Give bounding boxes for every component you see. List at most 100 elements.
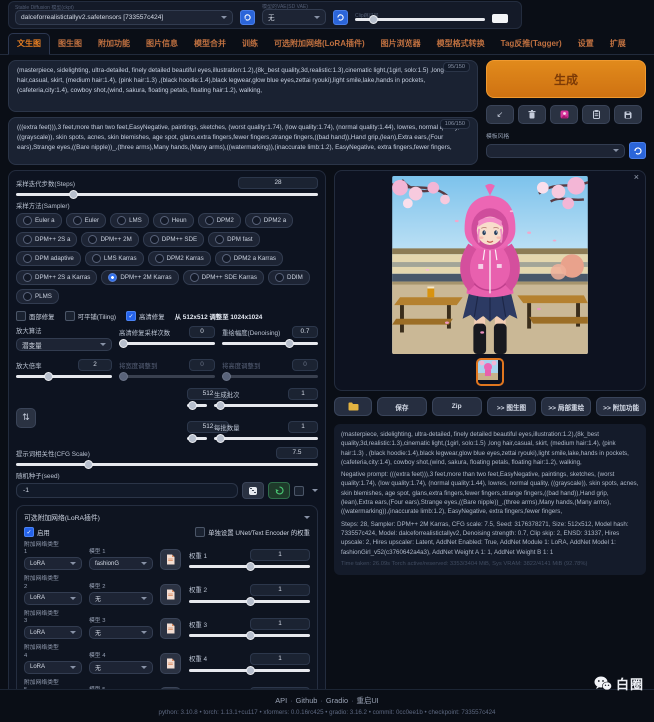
clip-skip-value[interactable] bbox=[492, 14, 508, 23]
lora-weight-slider[interactable] bbox=[189, 669, 310, 672]
slider-handle[interactable] bbox=[188, 401, 197, 410]
lora-weight-value[interactable]: 1 bbox=[250, 653, 310, 665]
save-image-button[interactable]: 保存 bbox=[377, 397, 427, 416]
cfg-value[interactable]: 7.5 bbox=[276, 447, 318, 459]
lora-type-dropdown[interactable]: LoRA bbox=[24, 557, 82, 570]
clip-skip-slider[interactable] bbox=[355, 18, 485, 21]
tab-settings[interactable]: 设置 bbox=[570, 34, 602, 54]
lora-enable-checkbox[interactable]: ✓启用 bbox=[24, 527, 50, 537]
lora-type-dropdown[interactable]: LoRA bbox=[24, 661, 82, 674]
tab-png-info[interactable]: 图片信息 bbox=[138, 34, 186, 54]
lora-model-dropdown[interactable]: 无 bbox=[89, 661, 153, 674]
gallery-thumbnail[interactable] bbox=[476, 358, 504, 386]
batch-count-value[interactable]: 1 bbox=[288, 388, 318, 400]
tab-train[interactable]: 训练 bbox=[234, 34, 266, 54]
reuse-seed-button[interactable] bbox=[268, 482, 290, 499]
tiling-checkbox[interactable]: 可平铺(Tiling) bbox=[65, 311, 116, 321]
sampler-option[interactable]: DPM++ SDE bbox=[143, 232, 204, 247]
checkpoint-dropdown[interactable]: dalceforrealistictallyv2.safetensors [73… bbox=[15, 10, 233, 25]
lora-model-dropdown[interactable]: 无 bbox=[89, 626, 153, 639]
sampler-option[interactable]: LMS bbox=[110, 213, 149, 228]
lora-model-file-button[interactable] bbox=[160, 549, 181, 570]
hires-steps-slider[interactable] bbox=[119, 342, 215, 345]
sampler-option[interactable]: PLMS bbox=[16, 289, 59, 304]
sampler-option-selected[interactable]: DPM++ 2M Karras bbox=[101, 270, 178, 285]
slider-handle[interactable] bbox=[246, 597, 255, 606]
swap-dimensions-button[interactable]: ⇅ bbox=[16, 408, 36, 428]
slider-handle[interactable] bbox=[285, 339, 294, 348]
lora-weight-slider[interactable] bbox=[189, 565, 310, 568]
apply-style-button[interactable] bbox=[582, 105, 610, 124]
tab-extensions[interactable]: 扩展 bbox=[602, 34, 634, 54]
steps-slider[interactable] bbox=[16, 193, 318, 196]
lora-model-file-button[interactable] bbox=[160, 584, 181, 605]
sampler-option[interactable]: DPM++ 2S a Karras bbox=[16, 270, 97, 285]
seed-input[interactable]: -1 bbox=[16, 483, 238, 498]
sampler-option[interactable]: Euler bbox=[66, 213, 106, 228]
denoising-slider[interactable] bbox=[222, 342, 318, 345]
sampler-option[interactable]: LMS Karras bbox=[85, 251, 144, 266]
slider-handle[interactable] bbox=[188, 434, 197, 443]
lora-model-dropdown[interactable]: fashionG bbox=[89, 557, 153, 570]
slider-handle[interactable] bbox=[246, 666, 255, 675]
paste-prompt-button[interactable]: ↙ bbox=[486, 105, 514, 124]
sampler-option[interactable]: DPM2 a bbox=[245, 213, 293, 228]
batch-size-value[interactable]: 1 bbox=[288, 421, 318, 433]
zip-button[interactable]: Zip bbox=[432, 397, 482, 416]
slider-handle[interactable] bbox=[216, 401, 225, 410]
lora-model-dropdown[interactable]: 无 bbox=[89, 592, 153, 605]
slider-handle[interactable] bbox=[69, 190, 78, 199]
batch-count-slider[interactable] bbox=[214, 404, 318, 407]
tab-checkpoint-merger[interactable]: 模型合并 bbox=[186, 34, 234, 54]
sampler-option[interactable]: DPM++ 2M bbox=[81, 232, 138, 247]
extra-networks-button[interactable] bbox=[550, 105, 578, 124]
refresh-checkpoint-button[interactable] bbox=[240, 10, 255, 25]
close-icon[interactable]: × bbox=[634, 172, 639, 182]
seed-extra-caret-icon[interactable] bbox=[312, 489, 318, 492]
sampler-option[interactable]: DPM++ SDE Karras bbox=[183, 270, 264, 285]
slider-handle[interactable] bbox=[44, 372, 53, 381]
batch-size-slider[interactable] bbox=[214, 437, 318, 440]
send-to-extras-button[interactable]: >> 附加功能 bbox=[596, 397, 646, 416]
lora-weight-value[interactable]: 1 bbox=[250, 618, 310, 630]
lora-model-file-button[interactable] bbox=[160, 618, 181, 639]
sampler-option[interactable]: DPM fast bbox=[208, 232, 259, 247]
send-to-inpaint-button[interactable]: >> 局部重绘 bbox=[541, 397, 591, 416]
lora-separate-weights-checkbox[interactable]: 单独设置 UNet/Text Encoder 的权重 bbox=[195, 527, 310, 537]
tab-img2img[interactable]: 图生图 bbox=[50, 34, 90, 54]
tab-additional-networks[interactable]: 可选附加网络(LoRA插件) bbox=[266, 34, 373, 54]
sampler-option[interactable]: Euler a bbox=[16, 213, 62, 228]
slider-handle[interactable] bbox=[84, 460, 93, 469]
prompt-input[interactable]: (masterpiece, sidelighting, ultra-detail… bbox=[8, 60, 478, 112]
upscale-by-value[interactable]: 2 bbox=[78, 359, 112, 371]
negative-prompt-input[interactable]: (((extra feet))),3 feet,more than two fe… bbox=[8, 117, 478, 165]
vae-dropdown[interactable]: 无 bbox=[262, 9, 326, 25]
save-style-button[interactable] bbox=[614, 105, 642, 124]
sampler-option[interactable]: DPM adaptive bbox=[16, 251, 81, 266]
clear-prompt-button[interactable] bbox=[518, 105, 546, 124]
height-slider[interactable] bbox=[187, 437, 207, 440]
lora-weight-slider[interactable] bbox=[189, 600, 310, 603]
lora-weight-value[interactable]: 1 bbox=[250, 549, 310, 561]
lora-weight-slider[interactable] bbox=[189, 634, 310, 637]
width-slider[interactable] bbox=[187, 404, 207, 407]
restore-faces-checkbox[interactable]: 面部修复 bbox=[16, 311, 55, 321]
upscaler-dropdown[interactable]: 潜变量 bbox=[16, 338, 112, 351]
sampler-option[interactable]: DPM2 bbox=[198, 213, 241, 228]
hires-fix-checkbox[interactable]: ✓高清修复 bbox=[126, 311, 165, 321]
tab-txt2img[interactable]: 文生图 bbox=[8, 33, 50, 55]
restart-ui-link[interactable]: 重启UI bbox=[357, 696, 379, 705]
extra-seed-checkbox[interactable] bbox=[294, 486, 304, 496]
sampler-option[interactable]: DDIM bbox=[268, 270, 310, 285]
upscale-by-slider[interactable] bbox=[16, 375, 112, 378]
tab-extras[interactable]: 附加功能 bbox=[90, 34, 138, 54]
tab-tagger[interactable]: Tag反推(Tagger) bbox=[493, 34, 570, 54]
generate-button[interactable]: 生成 bbox=[486, 60, 646, 98]
lora-model-file-button[interactable] bbox=[160, 653, 181, 674]
sampler-option[interactable]: DPM2 Karras bbox=[148, 251, 211, 266]
github-link[interactable]: Github bbox=[296, 696, 318, 705]
open-folder-button[interactable] bbox=[334, 397, 372, 416]
slider-handle[interactable] bbox=[246, 631, 255, 640]
refresh-styles-button[interactable] bbox=[629, 142, 646, 159]
styles-dropdown[interactable] bbox=[486, 144, 625, 158]
